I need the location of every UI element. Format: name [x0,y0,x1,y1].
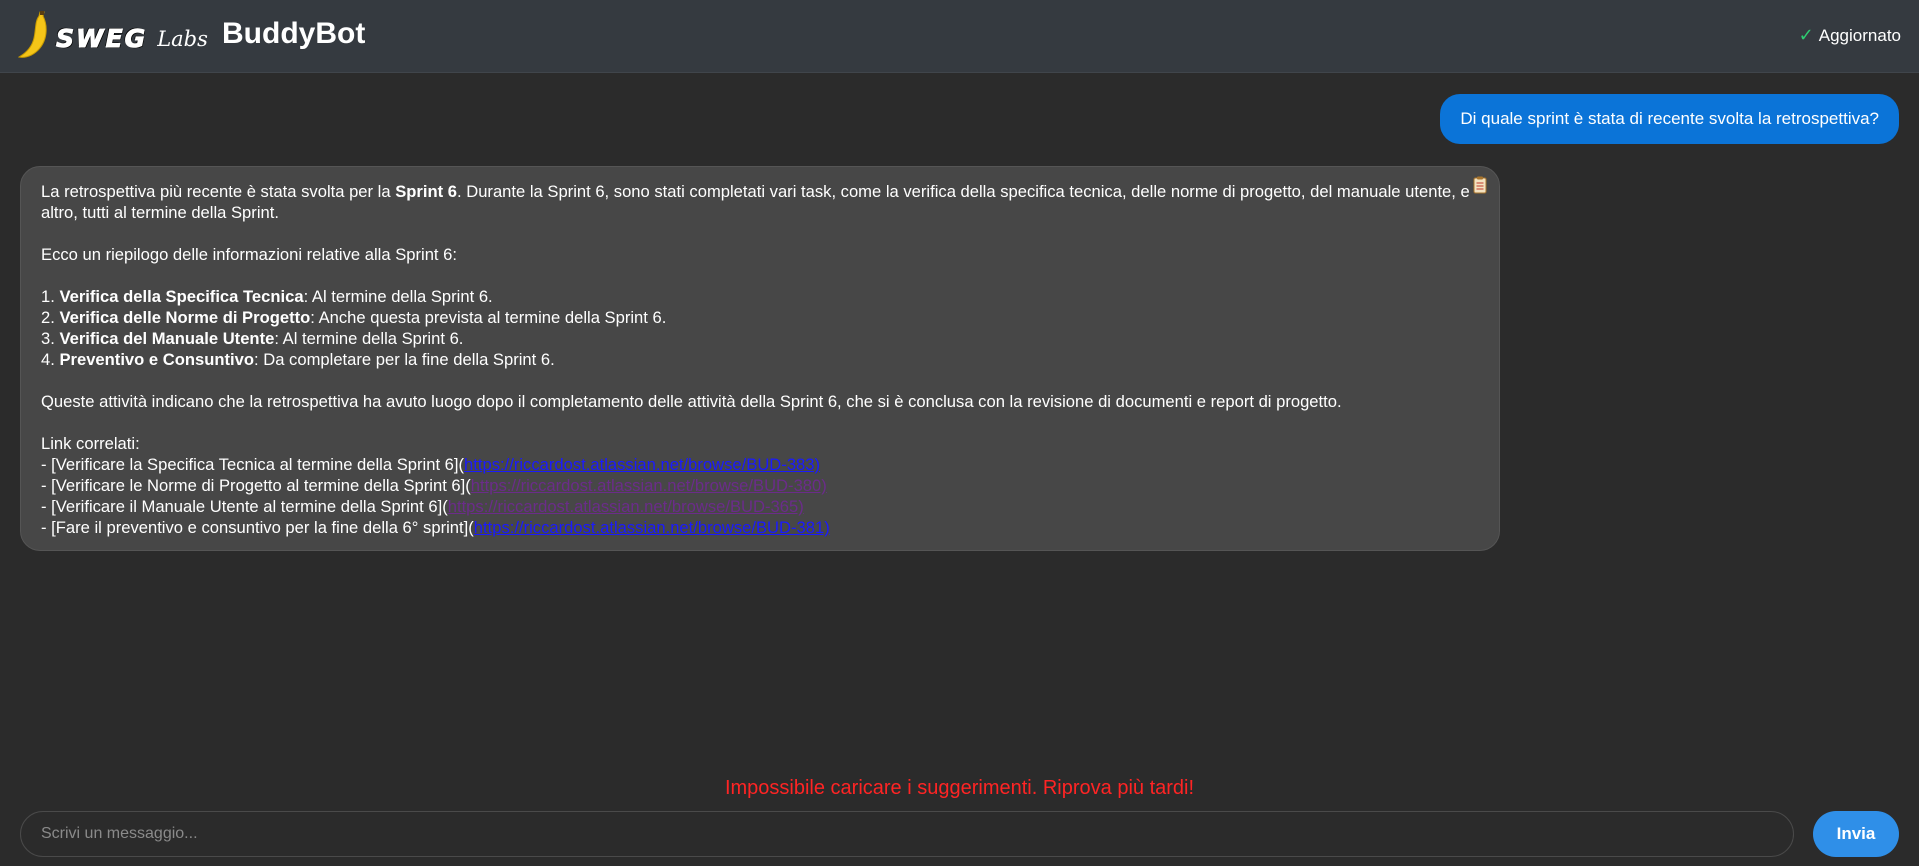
list-item: 3. Verifica del Manuale Utente: Al termi… [41,329,464,348]
related-link-row: - [Fare il preventivo e consuntivo per l… [41,518,830,537]
user-message-text: Di quale sprint è stata di recente svolt… [1460,109,1879,128]
send-button[interactable]: Invia [1813,811,1899,857]
jira-link[interactable]: https://riccardost.atlassian.net/browse/… [464,455,820,474]
clipboard-icon[interactable] [1473,176,1487,194]
check-icon: ✓ [1798,25,1814,45]
sprint-highlight: Sprint 6 [395,182,457,201]
logo-text: SWEG [55,23,148,53]
list-item: 2. Verifica delle Norme di Progetto: Anc… [41,308,667,327]
suggestions-error: Impossibile caricare i suggerimenti. Rip… [724,777,1195,799]
related-link-row: - [Verificare la Specifica Tecnica al te… [41,455,821,474]
bot-conclusion: Queste attività indicano che la retrospe… [41,392,1342,411]
user-message-bubble: Di quale sprint è stata di recente svolt… [1440,94,1899,144]
bot-intro: La retrospettiva più recente è stata svo… [41,182,1470,222]
list-item: 4. Preventivo e Consuntivo: Da completar… [41,350,555,369]
logo-subtext: Labs [157,27,208,51]
list-item: 1. Verifica della Specifica Tecnica: Al … [41,287,493,306]
jira-link[interactable]: https://riccardost.atlassian.net/browse/… [471,476,827,495]
jira-link[interactable]: https://riccardost.atlassian.net/browse/… [448,497,804,516]
bot-message-bubble: La retrospettiva più recente è stata svo… [20,166,1500,551]
links-label: Link correlati: [41,434,140,453]
jira-link[interactable]: https://riccardost.atlassian.net/browse/… [474,518,830,537]
status-label: Aggiornato [1818,25,1901,45]
summary-intro: Ecco un riepilogo delle informazioni rel… [41,245,457,264]
app-title: BuddyBot [222,17,366,50]
app-header: SWEG Labs BuddyBot ✓ Aggiornato [0,0,1919,73]
related-link-row: - [Verificare il Manuale Utente al termi… [41,497,804,516]
status-indicator: ✓ Aggiornato [1799,25,1901,46]
message-composer: Invia [20,811,1899,857]
related-link-row: - [Verificare le Norme di Progetto al te… [41,476,827,495]
message-input[interactable] [20,811,1794,857]
banana-icon [18,11,47,58]
chat-app: SWEG Labs BuddyBot ✓ Aggiornato Di quale… [0,0,1919,866]
logo: SWEG Labs [18,8,208,62]
